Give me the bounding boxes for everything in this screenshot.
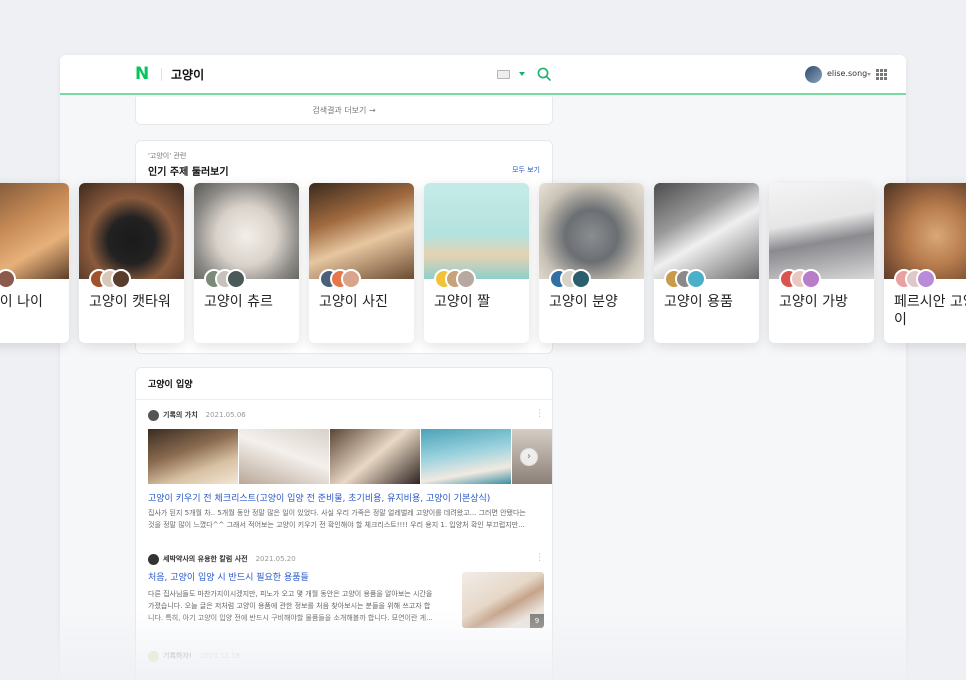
caret-down-icon[interactable] (867, 73, 871, 76)
author-avatar (148, 553, 159, 565)
topic-tile[interactable]: 고양이 짤 (424, 183, 529, 343)
topic-tile[interactable]: 고양이 용품 (654, 183, 759, 343)
more-options-icon[interactable]: ⋮ (535, 409, 544, 420)
browser-window: N 고양이 elise.song 검색결과 더보기 → '고양이' 관련 인기 … (60, 55, 906, 680)
topic-avatars (319, 269, 361, 289)
topic-tile[interactable]: 고양이 캣타워 (79, 183, 184, 343)
post-description: 다른 집사님들도 마찬가지이시겠지만, 피노가 오고 몇 개월 동안은 고양이 … (148, 590, 433, 622)
more-options-icon[interactable]: ⋮ (535, 553, 544, 564)
naver-logo[interactable]: N (135, 66, 149, 83)
post-item: 기록의 가치 2021.05.06 ⋮ › 고양이 키우기 전 체크리스트(고양… (148, 409, 552, 539)
topic-avatars (894, 269, 936, 289)
topic-label: 고양이 츄르 (204, 294, 273, 310)
topic-avatars (664, 269, 706, 289)
search-query[interactable]: 고양이 (171, 66, 204, 83)
search-header: N 고양이 elise.song (60, 55, 906, 95)
user-avatar[interactable] (805, 66, 822, 83)
photo-strip[interactable] (148, 429, 552, 484)
topic-label: 고양이 분양 (549, 294, 618, 310)
author-avatar (148, 650, 159, 662)
post-item: 세박약사의 유용한 칼럼 사전 2021.05.20 ⋮ 처음, 고양이 입양 … (148, 553, 544, 633)
topic-tile[interactable]: 고양이 나이 (0, 183, 69, 343)
post-photo[interactable] (330, 429, 420, 484)
topic-image (654, 183, 759, 279)
author-avatar (148, 409, 159, 421)
post-author[interactable]: 기록의 가치 2021.05.06 (148, 409, 246, 421)
topic-tile[interactable]: 고양이 분양 (539, 183, 644, 343)
logo-divider (161, 68, 162, 81)
topic-image (884, 183, 966, 279)
topic-tile[interactable]: 고양이 츄르 (194, 183, 299, 343)
topic-image (79, 183, 184, 279)
topic-image (194, 183, 299, 279)
chevron-right-icon[interactable]: › (520, 448, 538, 466)
topic-label: 고양이 가방 (779, 294, 848, 310)
post-title-link[interactable]: 처음, 고양이 입양 시 반드시 필요한 용품들 (148, 570, 309, 583)
topic-avatars (434, 269, 476, 289)
topic-image (769, 183, 874, 279)
topic-avatars (779, 269, 821, 289)
topic-tile[interactable]: 페르시안 고양이 (884, 183, 966, 343)
user-name[interactable]: elise.song (827, 69, 867, 78)
see-all-link[interactable]: 모두 보기 (512, 165, 540, 175)
topic-label: 고양이 캣타워 (89, 294, 171, 310)
apps-grid-icon[interactable] (876, 69, 887, 80)
post-author[interactable]: 기록하자! 2020.12.18 (148, 650, 240, 662)
section-divider (136, 399, 552, 400)
chevron-down-icon[interactable] (519, 72, 525, 76)
topic-tile[interactable]: 고양이 사진 (309, 183, 414, 343)
topic-avatars (0, 269, 16, 289)
topic-image (424, 183, 529, 279)
topic-subtitle: '고양이' 관련 (148, 152, 187, 160)
post-photo[interactable] (148, 429, 238, 484)
search-icon[interactable] (537, 67, 551, 81)
post-title-link[interactable]: 고양이 키우기 전 체크리스트(고양이 입양 전 준비물, 초기비용, 유지비용… (148, 491, 490, 504)
topic-avatars (204, 269, 246, 289)
post-description: 집사가 된지 5개월 차.. 5개월 동안 정말 많은 일이 있었다. 사실 우… (148, 509, 526, 529)
post-thumbnail[interactable]: 9 (462, 572, 544, 628)
photo-count-badge: 9 (530, 614, 544, 628)
topic-image (539, 183, 644, 279)
topic-avatars (89, 269, 131, 289)
adoption-section: 고양이 입양 기록의 가치 2021.05.06 ⋮ › 고양이 키우기 전 체… (135, 367, 553, 680)
topic-title: 인기 주제 둘러보기 (148, 167, 229, 178)
post-photo[interactable] (421, 429, 511, 484)
topic-avatars (549, 269, 591, 289)
topic-image (309, 183, 414, 279)
section-title: 고양이 입양 (148, 380, 193, 390)
topic-tile[interactable]: 고양이 가방 (769, 183, 874, 343)
topic-label: 고양이 나이 (0, 294, 43, 310)
keyboard-icon[interactable] (497, 70, 510, 79)
topic-label: 고양이 사진 (319, 294, 388, 310)
topic-label: 페르시안 고양이 (894, 294, 966, 328)
topic-label: 고양이 용품 (664, 294, 733, 310)
post-item: 기록하자! 2020.12.18 (148, 650, 544, 680)
topic-carousel[interactable]: 고양이 나이 고양이 캣타워 고양이 츄르 고양이 사진 고양이 짤 고양이 분… (0, 183, 966, 343)
search-more-link[interactable]: 검색결과 더보기 → (135, 97, 553, 125)
topic-label: 고양이 짤 (434, 294, 490, 310)
topic-image (0, 183, 69, 279)
post-photo[interactable] (239, 429, 329, 484)
post-author[interactable]: 세박약사의 유용한 칼럼 사전 2021.05.20 (148, 553, 296, 565)
